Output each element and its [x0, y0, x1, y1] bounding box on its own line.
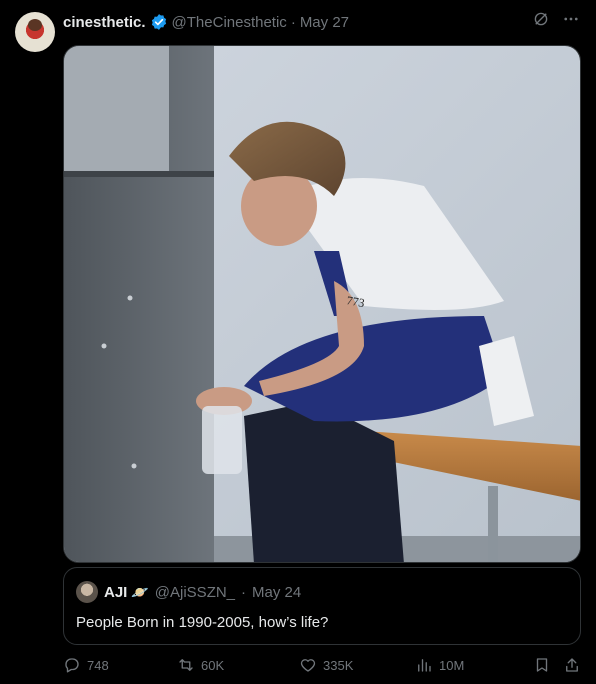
grok-icon[interactable]: [532, 10, 550, 28]
tweet[interactable]: cinesthetic. @TheCinesthetic · May 27 77…: [0, 0, 596, 684]
views-button[interactable]: 10M: [415, 656, 464, 674]
quoted-tweet-text: People Born in 1990-2005, how’s life?: [76, 614, 329, 631]
views-icon: [418, 659, 431, 672]
action-bar: 748 60K 335K 10M: [63, 656, 583, 676]
like-count: 335K: [323, 657, 354, 673]
tweet-header: cinesthetic. @TheCinesthetic · May 27: [63, 12, 580, 32]
header-actions: [532, 10, 580, 28]
reply-count: 748: [87, 657, 109, 673]
verified-badge-icon: [150, 13, 168, 31]
quoted-date: May 24: [252, 583, 302, 601]
more-icon[interactable]: [562, 10, 580, 28]
share-button[interactable]: [563, 656, 587, 674]
heart-icon: [300, 659, 316, 672]
quoted-author-handle: @AjiSSZN_: [154, 583, 236, 601]
share-icon: [566, 658, 578, 672]
author-avatar[interactable]: [15, 12, 55, 52]
repost-icon: [179, 659, 193, 671]
author-display-name[interactable]: cinesthetic.: [63, 14, 146, 31]
tweet-date[interactable]: May 27: [300, 14, 349, 31]
quoted-author-emoji: 🪐: [131, 583, 149, 600]
header-separator: ·: [290, 13, 296, 31]
reply-button[interactable]: 748: [63, 656, 109, 674]
author-handle[interactable]: @TheCinesthetic: [172, 14, 287, 31]
quoted-author-avatar: [76, 581, 98, 603]
quoted-separator: ·: [241, 583, 247, 601]
bookmark-button[interactable]: [533, 656, 557, 674]
quoted-tweet-header: AJI 🪐 @AjiSSZN_ · May 24: [76, 581, 301, 603]
quoted-tweet[interactable]: AJI 🪐 @AjiSSZN_ · May 24 People Born in …: [63, 567, 581, 645]
tweet-photo[interactable]: 773: [63, 45, 581, 563]
quoted-author-name: AJI: [104, 583, 128, 601]
repost-button[interactable]: 60K: [177, 656, 224, 674]
bookmark-icon: [536, 658, 548, 672]
view-count: 10M: [439, 657, 465, 673]
repost-count: 60K: [201, 657, 225, 673]
like-button[interactable]: 335K: [299, 656, 353, 674]
reply-icon: [65, 658, 79, 673]
